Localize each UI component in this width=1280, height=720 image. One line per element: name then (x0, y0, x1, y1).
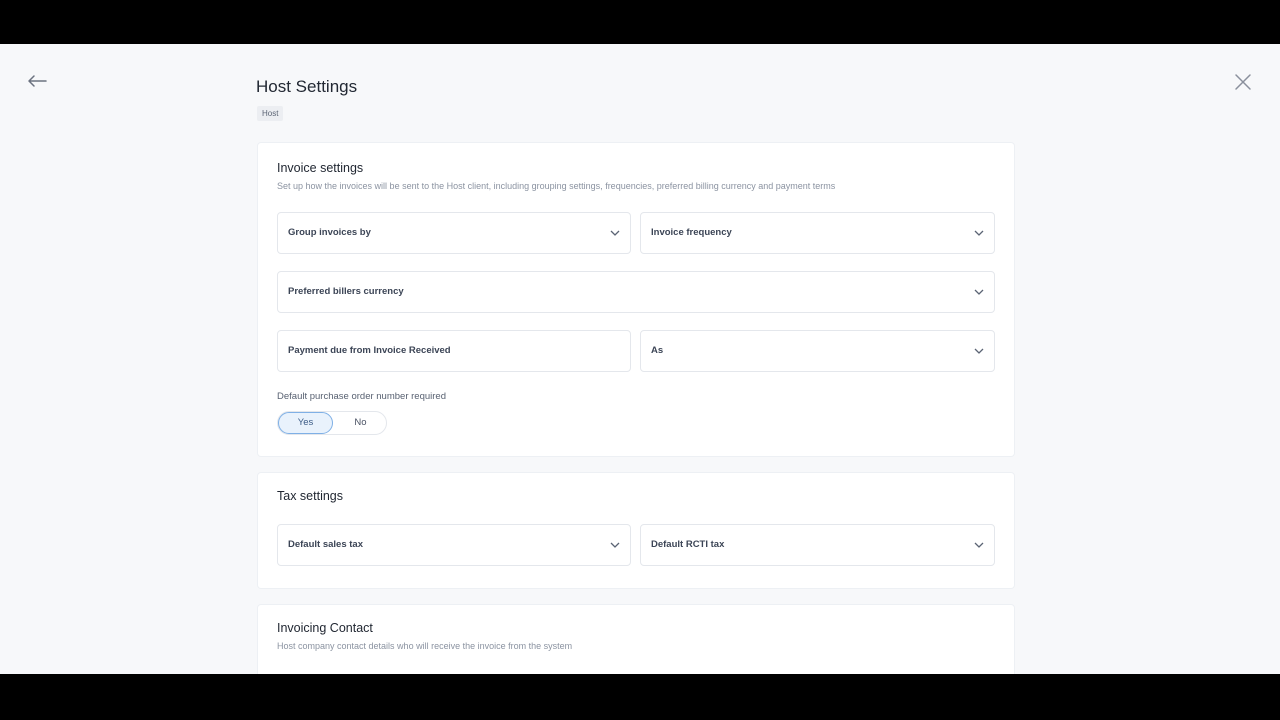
invoice-settings-title: Invoice settings (277, 161, 364, 175)
group-invoices-by-select[interactable]: Group invoices by (277, 212, 631, 254)
chevron-down-icon (974, 289, 984, 295)
invoicing-contact-card: Invoicing Contact Host company contact d… (258, 605, 1014, 674)
chevron-down-icon (974, 348, 984, 354)
close-button[interactable] (1233, 72, 1253, 92)
arrow-left-icon (28, 75, 47, 87)
invoicing-contact-title: Invoicing Contact (277, 621, 373, 635)
preferred-currency-select[interactable]: Preferred billers currency (277, 271, 995, 313)
chevron-down-icon (974, 542, 984, 548)
default-rcti-tax-label: Default RCTI tax (651, 539, 725, 550)
tax-settings-title: Tax settings (277, 489, 344, 503)
po-yes-option[interactable]: Yes (278, 412, 333, 434)
invoice-frequency-label: Invoice frequency (651, 227, 732, 238)
payment-due-as-label: As (651, 345, 664, 356)
invoicing-contact-subtitle: Host company contact details who will re… (277, 641, 573, 651)
invoice-settings-subtitle: Set up how the invoices will be sent to … (277, 181, 836, 191)
payment-due-as-select[interactable]: As (640, 330, 995, 372)
po-required-label: Default purchase order number required (277, 391, 446, 402)
settings-viewport: Host Settings Host Invoice settings Set … (0, 44, 1280, 674)
invoice-frequency-select[interactable]: Invoice frequency (640, 212, 995, 254)
tax-settings-card: Tax settings Default sales tax Default R… (258, 473, 1014, 588)
default-rcti-tax-select[interactable]: Default RCTI tax (640, 524, 995, 566)
default-sales-tax-select[interactable]: Default sales tax (277, 524, 631, 566)
default-sales-tax-label: Default sales tax (288, 539, 363, 550)
page-title: Host Settings (256, 77, 358, 96)
back-button[interactable] (26, 72, 48, 90)
chevron-down-icon (974, 230, 984, 236)
invoice-settings-card: Invoice settings Set up how the invoices… (258, 143, 1014, 456)
payment-due-label: Payment due from Invoice Received (288, 345, 451, 356)
po-no-option[interactable]: No (333, 412, 388, 434)
host-tag: Host (257, 106, 284, 121)
payment-due-input[interactable]: Payment due from Invoice Received (277, 330, 631, 372)
chevron-down-icon (610, 542, 620, 548)
chevron-down-icon (610, 230, 620, 236)
po-required-toggle: Yes No (277, 411, 387, 435)
preferred-currency-label: Preferred billers currency (288, 286, 404, 297)
close-icon (1235, 74, 1251, 90)
group-invoices-by-label: Group invoices by (288, 227, 371, 238)
